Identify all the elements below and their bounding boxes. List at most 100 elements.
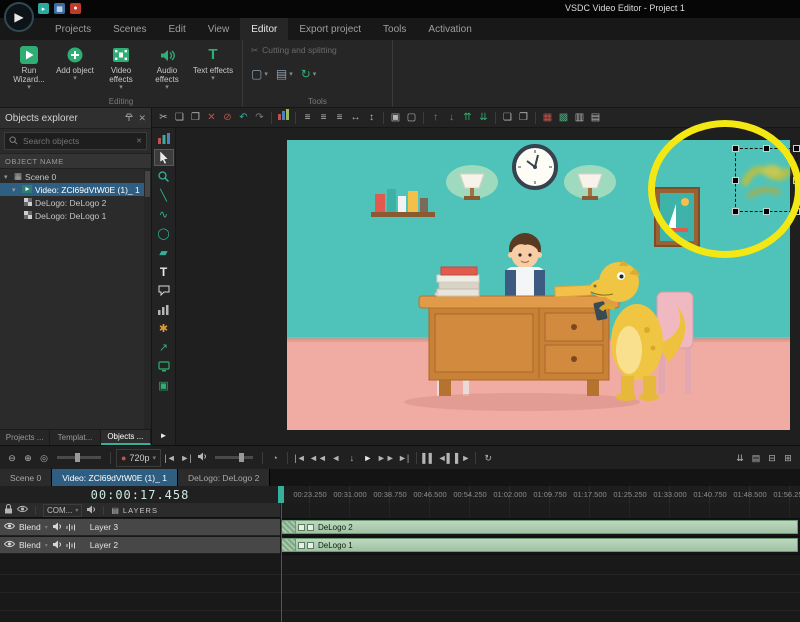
- remove-row-icon[interactable]: ⊟: [765, 447, 779, 469]
- blend-mode-label[interactable]: Blend: [19, 540, 41, 550]
- align-center-icon[interactable]: ≡: [316, 108, 331, 127]
- rotate-tool-button[interactable]: ↻ ▾: [301, 67, 317, 81]
- copy-icon[interactable]: ❏: [172, 108, 187, 127]
- menu-scenes[interactable]: Scenes: [102, 18, 157, 40]
- tree-item-delogo2[interactable]: DeLogo: DeLogo 2: [0, 196, 151, 209]
- cut-icon[interactable]: ✂: [156, 108, 171, 127]
- go-to-start-button[interactable]: |◄: [293, 447, 307, 469]
- eye-icon[interactable]: [17, 505, 28, 515]
- prev-frame-marker-icon[interactable]: |◄: [163, 447, 177, 469]
- volume-icon[interactable]: [195, 447, 209, 469]
- distribute-vertical-icon[interactable]: ↕: [364, 108, 379, 127]
- timeline-ruler-lower[interactable]: [280, 503, 800, 519]
- layer-name-label[interactable]: Layer 2: [90, 540, 118, 550]
- audio-icon[interactable]: [52, 522, 62, 533]
- add-object-button[interactable]: Add object ▾: [54, 43, 96, 95]
- menu-projects[interactable]: Projects: [44, 18, 102, 40]
- strip-scroll-down-icon[interactable]: ►: [155, 428, 173, 443]
- scene-tab-scene0[interactable]: Scene 0: [0, 469, 52, 486]
- quick-export-icon[interactable]: ●: [70, 3, 81, 14]
- play-backward-button[interactable]: ◄: [329, 447, 343, 469]
- volume-slider-thumb[interactable]: [239, 453, 244, 462]
- tree-item-scene[interactable]: ▾ ▦ Scene 0: [0, 170, 151, 183]
- panel-layout2-icon[interactable]: ▤: [588, 108, 603, 127]
- scene-tab-video[interactable]: Video: ZCl69dVtW0E (1)_ 1: [52, 469, 178, 486]
- move-down-icon[interactable]: ↓: [444, 108, 459, 127]
- fit-zoom-icon[interactable]: ◎: [37, 447, 51, 469]
- audio-effects-button[interactable]: Audio effects ▾: [146, 43, 188, 95]
- tab-templates[interactable]: Templat...: [50, 430, 100, 445]
- sprite-tool-button[interactable]: ▤ ▾: [276, 67, 293, 81]
- original-size-icon[interactable]: ▢: [404, 108, 419, 127]
- grid-red-icon[interactable]: ▦: [540, 108, 555, 127]
- lock-icon[interactable]: [4, 504, 13, 516]
- search-input[interactable]: [21, 135, 133, 147]
- clip-stretch-handle[interactable]: [282, 539, 296, 551]
- play-button[interactable]: ►: [361, 447, 375, 469]
- collapse-timeline-icon[interactable]: ⇊: [733, 447, 747, 469]
- next-frame-marker-icon[interactable]: ►|: [179, 447, 193, 469]
- zoom-out-icon[interactable]: ⊖: [5, 447, 19, 469]
- chart-tool-icon[interactable]: [155, 131, 173, 146]
- text-tool-icon[interactable]: T: [155, 264, 173, 279]
- blend-mode-label[interactable]: Blend: [19, 522, 41, 532]
- quick-save-icon[interactable]: ▸: [38, 3, 49, 14]
- fit-size-icon[interactable]: ▣: [388, 108, 403, 127]
- layer-name-label[interactable]: Layer 3: [90, 522, 118, 532]
- paste-icon[interactable]: ❐: [188, 108, 203, 127]
- tooltip-tool-icon[interactable]: [155, 283, 173, 298]
- resolution-button[interactable]: ● 720p ▾: [116, 449, 161, 467]
- playhead-marker[interactable]: [278, 486, 284, 503]
- tab-objects[interactable]: Objects ...: [101, 430, 151, 445]
- selection-handle[interactable]: [793, 145, 800, 152]
- ellipse-tool-icon[interactable]: ◯: [155, 226, 173, 241]
- clear-search-icon[interactable]: ✕: [136, 137, 142, 145]
- waveform-icon[interactable]: [66, 523, 76, 532]
- menu-export-project[interactable]: Export project: [288, 18, 372, 40]
- audio-icon[interactable]: [86, 505, 96, 516]
- redo-icon[interactable]: ↷: [252, 108, 267, 127]
- menu-activation[interactable]: Activation: [417, 18, 482, 40]
- cutting-splitting-button[interactable]: ✂ Cutting and splitting: [251, 43, 384, 57]
- tree-scrollbar[interactable]: [144, 169, 151, 429]
- video-effects-button[interactable]: Video effects ▾: [100, 43, 142, 95]
- menu-edit[interactable]: Edit: [157, 18, 196, 40]
- sprite-tool-icon[interactable]: ✱: [155, 321, 173, 336]
- chart-small-tool-icon[interactable]: [155, 302, 173, 317]
- clip-delogo1[interactable]: DeLogo 1: [281, 538, 798, 552]
- align-left-icon[interactable]: ≡: [300, 108, 315, 127]
- tab-projects[interactable]: Projects ...: [0, 430, 50, 445]
- tree-item-video[interactable]: ▾ Video: ZCl69dVtW0E (1)_ 1: [0, 183, 151, 196]
- loop-button[interactable]: ↻: [481, 447, 495, 469]
- delete-icon[interactable]: ✕: [204, 108, 219, 127]
- expander-icon[interactable]: ▾: [4, 173, 11, 181]
- remove-all-icon[interactable]: ⊘: [220, 108, 235, 127]
- rewind-button[interactable]: ◄◄: [309, 447, 327, 469]
- snapshot-button[interactable]: ↓: [345, 447, 359, 469]
- track2-lane[interactable]: DeLogo 1: [280, 537, 800, 555]
- audio-icon[interactable]: [52, 540, 62, 551]
- waveform-icon[interactable]: [66, 541, 76, 550]
- tree-item-delogo1[interactable]: DeLogo: DeLogo 1: [0, 209, 151, 222]
- scene-tab-delogo2[interactable]: DeLogo: DeLogo 2: [178, 469, 270, 486]
- clock-icon[interactable]: ◔: [268, 447, 282, 469]
- pointer-tool-icon[interactable]: [155, 150, 173, 165]
- playhead-line[interactable]: [281, 503, 282, 622]
- clip-delogo2[interactable]: DeLogo 2: [281, 520, 798, 534]
- expander-icon[interactable]: ▾: [12, 186, 19, 194]
- distribute-horizontal-icon[interactable]: ↔: [348, 108, 363, 127]
- chevron-down-icon[interactable]: ▾: [45, 524, 48, 531]
- chart-tool-button[interactable]: ▢ ▾: [251, 67, 268, 81]
- shape-tool-icon[interactable]: ▰: [155, 245, 173, 260]
- grid-green-icon[interactable]: ▩: [556, 108, 571, 127]
- pin-icon[interactable]: [125, 113, 133, 124]
- commands-dropdown[interactable]: COM... ▾: [43, 504, 82, 517]
- go-to-end-button[interactable]: ►|: [397, 447, 411, 469]
- menu-tools[interactable]: Tools: [372, 18, 417, 40]
- track1-lane[interactable]: DeLogo 2: [280, 519, 800, 537]
- eye-icon[interactable]: [4, 522, 15, 532]
- undo-icon[interactable]: ↶: [236, 108, 251, 127]
- monitor-tool-icon[interactable]: [155, 359, 173, 374]
- pause-button[interactable]: ▌▌: [422, 447, 436, 469]
- bring-to-front-icon[interactable]: ⇈: [460, 108, 475, 127]
